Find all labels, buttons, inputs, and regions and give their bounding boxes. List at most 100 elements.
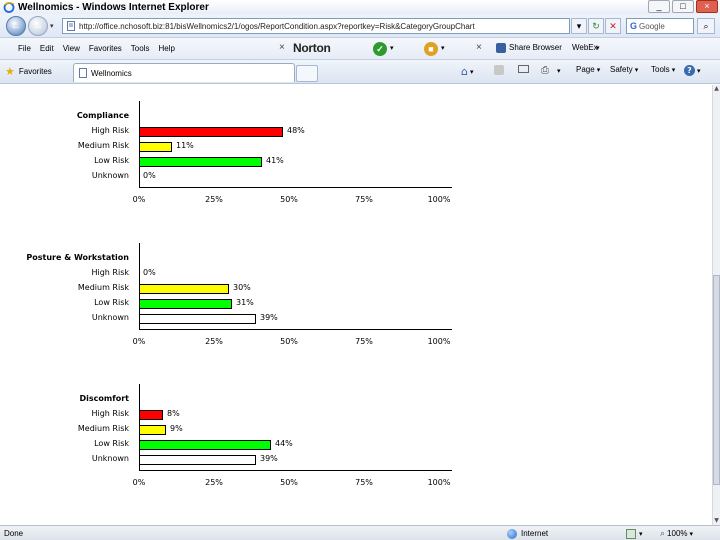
bar-value-label: 30% — [233, 283, 251, 292]
address-bar[interactable]: http://office.nchosoft.biz:81/bisWellnom… — [62, 18, 570, 34]
x-tick-label: 50% — [280, 195, 298, 204]
share-browser-button[interactable]: Share Browser — [509, 43, 562, 52]
print-button[interactable]: ⎙ ▾ — [541, 65, 561, 76]
safety-menu-label: Safety — [610, 65, 633, 74]
x-tick-label: 75% — [355, 478, 373, 487]
category-label: Low Risk — [94, 298, 129, 307]
help-button[interactable]: ? ▾ — [684, 65, 701, 76]
scroll-down-icon[interactable]: ▼ — [713, 517, 720, 525]
bar-value-label: 39% — [260, 313, 278, 322]
x-tick-label: 50% — [280, 337, 298, 346]
category-label: Low Risk — [94, 439, 129, 448]
page-content: Compliance High Risk 48% Medium Risk 11% Low … — [0, 85, 712, 525]
forward-arrow-icon: → — [32, 20, 44, 32]
home-dropdown-icon: ▾ — [469, 67, 474, 76]
x-tick-label: 0% — [132, 478, 146, 487]
x-tick-label: 100% — [427, 195, 451, 204]
zoom-icon: ⌕ — [660, 528, 666, 538]
search-box[interactable]: G Google — [626, 18, 694, 34]
bar-value-label: 8% — [167, 409, 180, 418]
vertical-scrollbar[interactable]: ▲ ▼ — [712, 85, 720, 525]
new-tab-button[interactable] — [296, 65, 318, 82]
category-label: Low Risk — [94, 156, 129, 165]
menu-tools[interactable]: Tools — [131, 44, 150, 53]
webex-dropdown-icon[interactable]: ▾ — [596, 44, 600, 52]
menu-favorites[interactable]: Favorites — [89, 44, 122, 53]
minimize-button[interactable]: _ — [648, 0, 670, 13]
zone-label: Internet — [521, 529, 549, 538]
x-tick-label: 50% — [280, 478, 298, 487]
stop-icon: ✕ — [609, 21, 617, 31]
tools-menu-label: Tools — [651, 65, 670, 74]
share-browser-icon — [496, 43, 506, 53]
x-axis-line — [139, 187, 452, 188]
norton-close-icon[interactable]: × — [279, 42, 285, 53]
read-mail-button[interactable] — [518, 65, 529, 73]
status-text: Done — [4, 528, 24, 538]
tab-wellnomics[interactable]: Wellnomics — [73, 63, 295, 82]
printer-icon: ⎙ — [541, 65, 549, 76]
menu-help[interactable]: Help — [158, 44, 174, 53]
home-icon: ⌂ — [461, 65, 468, 78]
address-dropdown-button[interactable]: ▾ — [571, 18, 587, 34]
globe-icon — [507, 528, 517, 539]
risk-bar — [139, 440, 271, 450]
bar-value-label: 0% — [143, 268, 156, 277]
chevron-down-icon: ▾ — [671, 65, 676, 74]
chart-title: Discomfort — [79, 394, 129, 403]
page-menu-label: Page — [576, 65, 595, 74]
risk-bar — [139, 425, 166, 435]
category-label: High Risk — [91, 409, 129, 418]
chevron-down-icon: ▾ — [576, 21, 582, 31]
norton-safe-icon[interactable]: ■ — [424, 42, 438, 56]
close-window-button[interactable]: × — [696, 0, 718, 13]
rss-feed-icon — [494, 65, 504, 75]
favorites-star-icon[interactable]: ★ — [5, 65, 15, 78]
menu-view[interactable]: View — [63, 44, 80, 53]
share-toolbar-close-icon[interactable]: × — [476, 42, 482, 53]
safety-menu-button[interactable]: Safety ▾ — [610, 65, 638, 74]
norton-logo[interactable]: Norton — [293, 41, 331, 55]
status-bar: Done Internet ▾ ⌕ 100% ▾ — [0, 525, 720, 540]
category-label: High Risk — [91, 268, 129, 277]
bar-value-label: 9% — [170, 424, 183, 433]
print-dropdown-icon: ▾ — [557, 66, 561, 75]
page-icon — [67, 21, 75, 31]
home-button[interactable]: ⌂ ▾ — [461, 65, 474, 78]
chevron-down-icon: ▾ — [639, 530, 643, 538]
back-button[interactable]: ← — [6, 16, 26, 36]
back-arrow-icon: ← — [10, 20, 22, 32]
webex-button[interactable]: WebEx — [572, 43, 598, 52]
protected-mode-indicator[interactable]: ▾ — [626, 527, 643, 540]
scrollbar-thumb[interactable] — [713, 275, 720, 485]
category-label: Unknown — [91, 171, 129, 180]
page-menu-button[interactable]: Page ▾ — [576, 65, 600, 74]
chart-title: Compliance — [76, 111, 129, 120]
norton-safe-dropdown-icon[interactable]: ▾ — [441, 44, 445, 52]
bar-value-label: 31% — [236, 298, 254, 307]
bar-value-label: 48% — [287, 126, 305, 135]
stop-button[interactable]: ✕ — [605, 18, 621, 34]
history-dropdown-icon[interactable]: ▾ — [50, 22, 54, 30]
norton-check-icon[interactable]: ✓ — [373, 42, 387, 56]
tools-menu-button[interactable]: Tools ▾ — [651, 65, 675, 74]
risk-chart: Compliance High Risk 48% Medium Risk 11% Low … — [0, 101, 712, 227]
norton-check-dropdown-icon[interactable]: ▾ — [390, 44, 394, 52]
search-button[interactable]: ⌕ — [697, 18, 715, 34]
category-label: High Risk — [91, 126, 129, 135]
x-tick-label: 25% — [205, 478, 223, 487]
feeds-button[interactable] — [494, 65, 504, 75]
forward-button[interactable]: → — [28, 16, 48, 36]
category-label: Medium Risk — [77, 424, 129, 433]
x-tick-label: 25% — [205, 195, 223, 204]
favorites-button[interactable]: Favorites — [19, 67, 52, 76]
menu-file[interactable]: File — [18, 44, 31, 53]
favorites-bar: ★ Favorites Wellnomics ⌂ ▾ ⎙ ▾ Page ▾ Sa… — [0, 60, 720, 84]
refresh-button[interactable]: ↻ — [588, 18, 604, 34]
maximize-button[interactable]: □ — [672, 0, 694, 13]
menu-edit[interactable]: Edit — [40, 44, 54, 53]
risk-bar — [139, 410, 163, 420]
window-controls: _ □ × — [648, 0, 718, 13]
scroll-up-icon[interactable]: ▲ — [713, 85, 720, 93]
zoom-control[interactable]: ⌕ 100% ▾ — [660, 527, 693, 540]
